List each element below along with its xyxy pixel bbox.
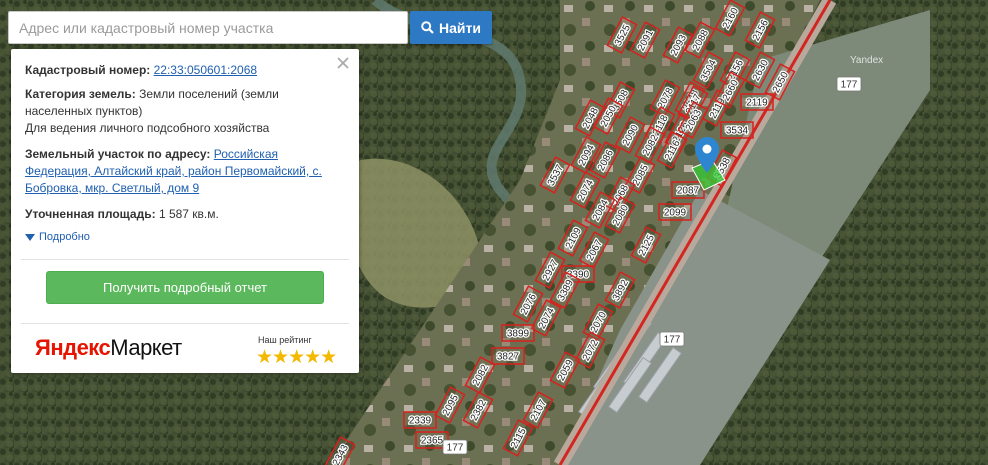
triangle-down-icon — [25, 233, 35, 241]
parcel-number: 3827 — [497, 352, 520, 363]
search-box — [8, 11, 408, 44]
search-button[interactable]: Найти — [410, 11, 492, 44]
area-row: Уточненная площадь: 1 587 кв.м. — [25, 206, 343, 223]
get-report-button[interactable]: Получить подробный отчет — [46, 271, 324, 304]
search-icon — [421, 21, 434, 34]
address-label: Земельный участок по адресу: — [25, 147, 211, 161]
brand-part-2: Маркет — [110, 335, 182, 360]
parcel-number: 2119 — [746, 98, 768, 109]
parcel-number: 2339 — [409, 416, 432, 427]
divider — [21, 259, 349, 260]
land-category-label: Категория земель: — [25, 87, 136, 101]
parcel-number: 3899 — [507, 329, 530, 340]
parcel-number: 3534 — [726, 126, 749, 137]
land-usage: Для ведения личного подсобного хозяйства — [25, 121, 270, 135]
brand-part-1: Яндекс — [35, 335, 111, 360]
road-number: 177 — [447, 443, 464, 454]
parcel-number: 2087 — [677, 186, 700, 197]
details-toggle[interactable]: Подробно — [25, 231, 90, 243]
parcel-info-panel: Кадастровый номер: 22:33:050601:2068 Кат… — [11, 49, 359, 373]
search-button-label: Найти — [439, 19, 481, 36]
map-attribution: Yandex — [850, 55, 884, 66]
road-number: 177 — [664, 335, 681, 346]
area-label: Уточненная площадь: — [25, 207, 156, 221]
land-category-row: Категория земель: Земли поселений (земли… — [25, 86, 343, 137]
area-value: 1 587 кв.м. — [158, 207, 219, 221]
rating-label: Наш рейтинг — [258, 335, 312, 345]
details-toggle-label: Подробно — [39, 231, 90, 243]
rating-stars: ★★★★★ — [256, 347, 337, 368]
cadastral-number-link[interactable]: 22:33:050601:2068 — [154, 63, 257, 77]
search-input[interactable] — [8, 11, 408, 44]
yandex-market-logo[interactable]: ЯндексМаркет — [35, 335, 182, 361]
location-pin-icon[interactable] — [695, 137, 719, 173]
address-row: Земельный участок по адресу: Российская … — [25, 146, 343, 197]
divider — [21, 323, 349, 324]
cadastral-number-row: Кадастровый номер: 22:33:050601:2068 — [25, 62, 343, 79]
road-number: 177 — [841, 80, 858, 91]
parcel-number: 2099 — [664, 208, 687, 219]
cadastral-number-label: Кадастровый номер: — [25, 63, 151, 77]
parcel-number: 2365 — [421, 436, 444, 447]
